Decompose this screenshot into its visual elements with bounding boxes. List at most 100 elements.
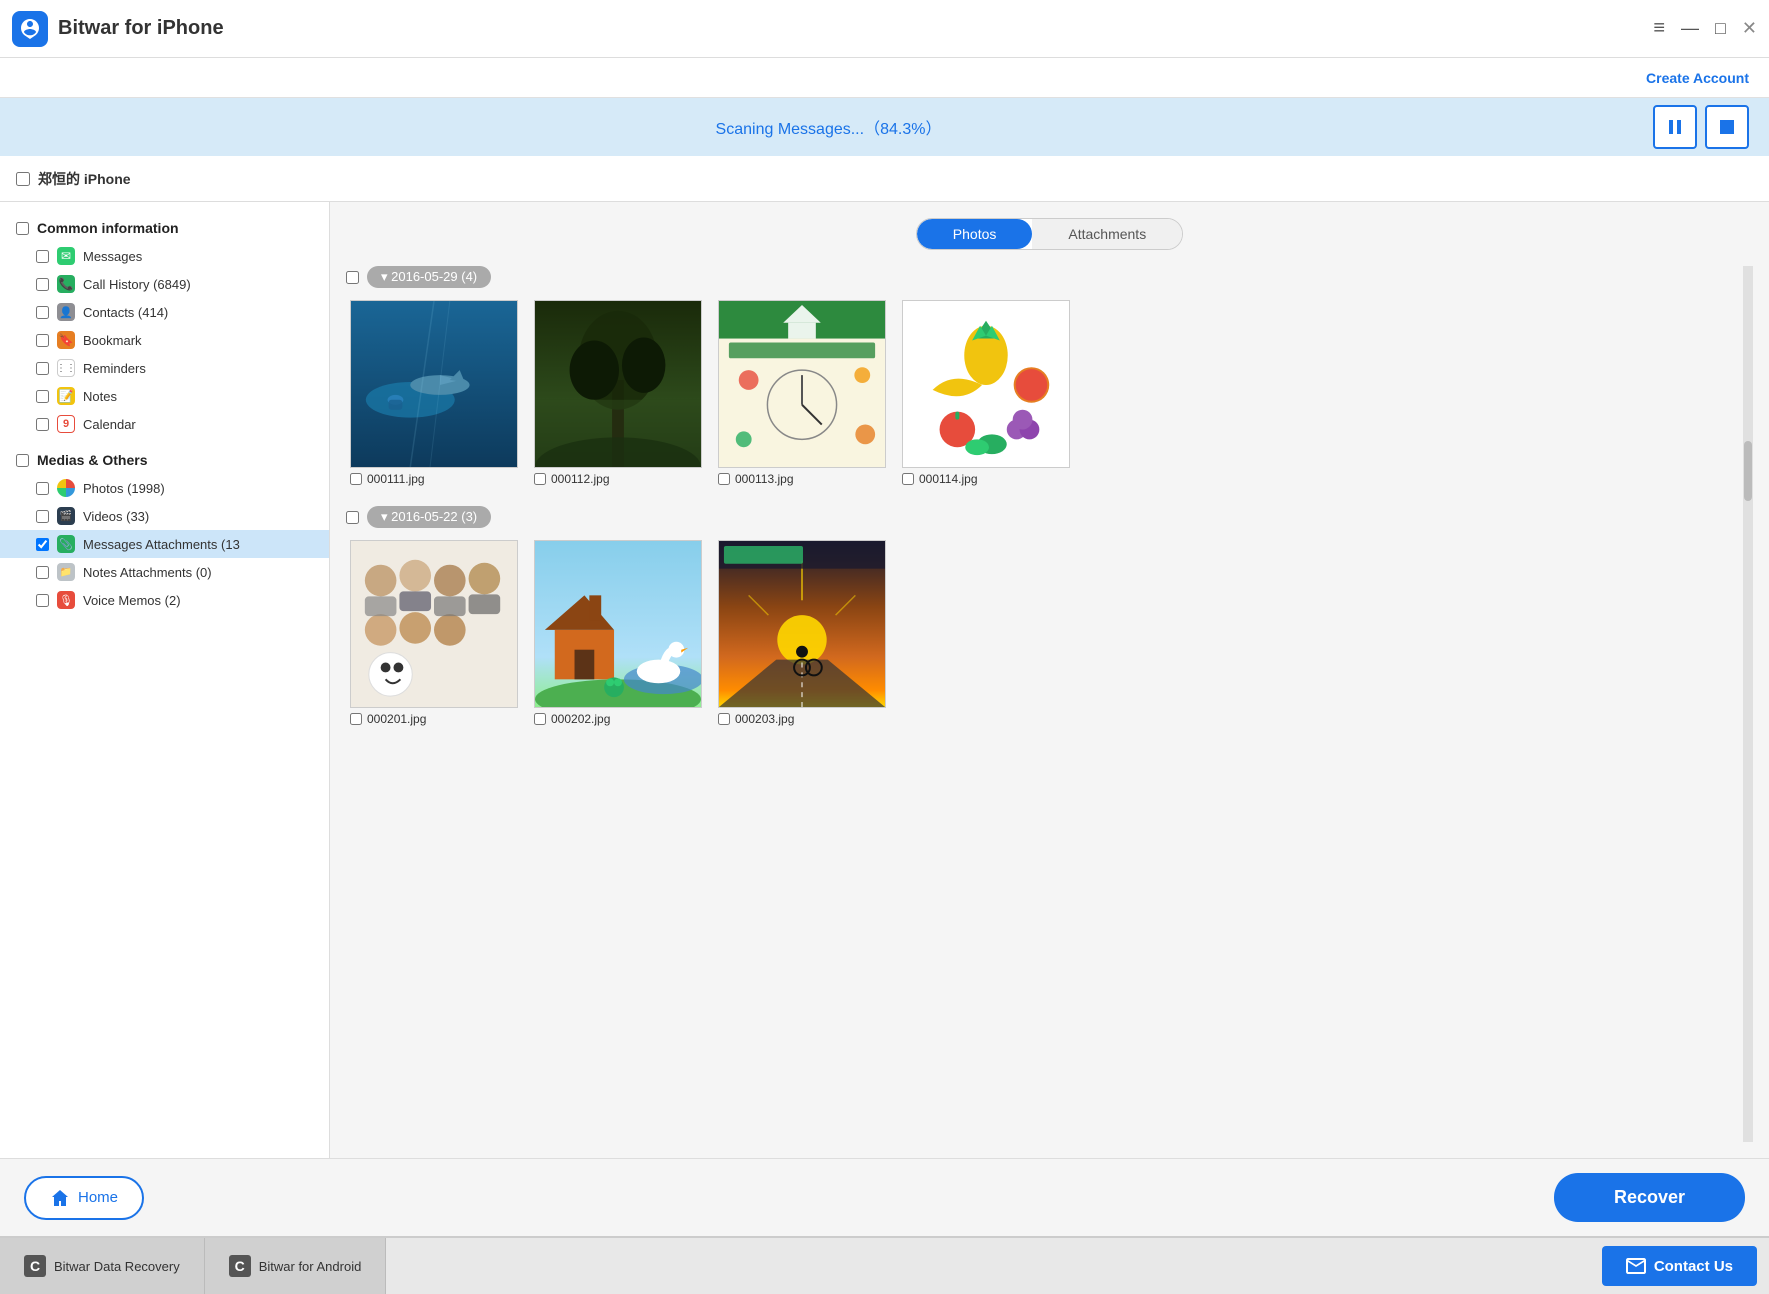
sidebar-item-bookmark[interactable]: 🔖 Bookmark — [0, 326, 329, 354]
sidebar-section-common: Common information — [0, 214, 329, 242]
tabs-row: Photos Attachments — [346, 218, 1753, 250]
pause-button[interactable] — [1653, 105, 1697, 149]
photo-4-checkbox[interactable] — [902, 473, 914, 485]
reminders-checkbox[interactable] — [36, 362, 49, 375]
photo-thumb-3 — [718, 300, 886, 468]
photo-grid-1: 000111.jpg — [346, 300, 1743, 486]
videos-checkbox[interactable] — [36, 510, 49, 523]
create-account-link[interactable]: Create Account — [1646, 70, 1749, 86]
calendar-checkbox[interactable] — [36, 418, 49, 431]
footer-tab-android-label: Bitwar for Android — [259, 1259, 362, 1274]
date-label-2: ▾ 2016-05-22 (3) — [367, 506, 491, 528]
date-group-1: ▾ 2016-05-29 (4) — [346, 266, 1743, 486]
call-history-label: Call History (6849) — [83, 277, 191, 292]
sidebar-item-calendar[interactable]: 9 Calendar — [0, 410, 329, 438]
maximize-icon[interactable]: □ — [1715, 18, 1726, 39]
close-icon[interactable]: ✕ — [1742, 18, 1757, 39]
photo-thumb-1 — [350, 300, 518, 468]
sidebar-item-photos[interactable]: Photos (1998) — [0, 474, 329, 502]
sidebar-item-messages-attachments[interactable]: 📎 Messages Attachments (13 — [0, 530, 329, 558]
stop-button[interactable] — [1705, 105, 1749, 149]
contacts-checkbox[interactable] — [36, 306, 49, 319]
photo-scroll[interactable]: ▾ 2016-05-29 (4) — [346, 266, 1743, 1142]
sidebar-item-videos[interactable]: 🎬 Videos (33) — [0, 502, 329, 530]
voice-memos-icon: 🎙 — [57, 591, 75, 609]
common-section-checkbox[interactable] — [16, 222, 29, 235]
messages-attachments-checkbox[interactable] — [36, 538, 49, 551]
device-bar: 郑恒的 iPhone — [0, 156, 1769, 202]
photo-label-6: 000202.jpg — [534, 712, 610, 726]
device-checkbox[interactable] — [16, 172, 30, 186]
sidebar-item-call-history[interactable]: 📞 Call History (6849) — [0, 270, 329, 298]
tab-photos[interactable]: Photos — [917, 219, 1033, 249]
photo-item-6: 000202.jpg — [534, 540, 702, 726]
bookmark-checkbox[interactable] — [36, 334, 49, 347]
footer-tab-android[interactable]: C Bitwar for Android — [205, 1238, 387, 1294]
call-history-icon: 📞 — [57, 275, 75, 293]
call-history-checkbox[interactable] — [36, 278, 49, 291]
photos-label: Photos (1998) — [83, 481, 165, 496]
content-area: Photos Attachments ▾ 2016-05-29 (4) — [330, 202, 1769, 1158]
footer-tab-data-recovery[interactable]: C Bitwar Data Recovery — [0, 1238, 205, 1294]
videos-icon: 🎬 — [57, 507, 75, 525]
header-bar: Create Account — [0, 58, 1769, 98]
scan-bar: Scaning Messages...（84.3%） — [0, 98, 1769, 156]
notes-label: Notes — [83, 389, 117, 404]
contacts-label: Contacts (414) — [83, 305, 168, 320]
bottom-bar: Home Recover — [0, 1158, 1769, 1236]
sidebar-item-notes[interactable]: 📝 Notes — [0, 382, 329, 410]
messages-checkbox[interactable] — [36, 250, 49, 263]
photo-grid-2: 000201.jpg — [346, 540, 1743, 726]
calendar-icon: 9 — [57, 415, 75, 433]
photo-thumb-7 — [718, 540, 886, 708]
photo-2-checkbox[interactable] — [534, 473, 546, 485]
photo-6-checkbox[interactable] — [534, 713, 546, 725]
minimize-icon[interactable]: — — [1681, 18, 1699, 39]
photo-label-2: 000112.jpg — [534, 472, 610, 486]
contact-us-button[interactable]: Contact Us — [1602, 1246, 1757, 1286]
notes-attachments-label: Notes Attachments (0) — [83, 565, 212, 580]
messages-icon: ✉ — [57, 247, 75, 265]
menu-icon[interactable]: ≡ — [1653, 17, 1665, 40]
photo-5-checkbox[interactable] — [350, 713, 362, 725]
videos-label: Videos (33) — [83, 509, 149, 524]
sidebar-item-voice-memos[interactable]: 🎙 Voice Memos (2) — [0, 586, 329, 614]
date-group-1-checkbox[interactable] — [346, 271, 359, 284]
photo-label-4: 000114.jpg — [902, 472, 978, 486]
notes-attachments-icon: 📁 — [57, 563, 75, 581]
scroll-thumb[interactable] — [1744, 441, 1752, 501]
photo-thumb-5 — [350, 540, 518, 708]
tab-attachments[interactable]: Attachments — [1032, 219, 1182, 249]
device-name: 郑恒的 iPhone — [38, 169, 131, 189]
calendar-label: Calendar — [83, 417, 136, 432]
notes-attachments-checkbox[interactable] — [36, 566, 49, 579]
photo-thumb-4 — [902, 300, 1070, 468]
photo-1-checkbox[interactable] — [350, 473, 362, 485]
photo-4-filename: 000114.jpg — [919, 472, 978, 486]
photo-7-checkbox[interactable] — [718, 713, 730, 725]
photo-5-filename: 000201.jpg — [367, 712, 426, 726]
medias-section-label: Medias & Others — [37, 452, 147, 468]
common-section-label: Common information — [37, 220, 179, 236]
sidebar-item-messages[interactable]: ✉ Messages — [0, 242, 329, 270]
title-bar: Bitwar for iPhone ≡ — □ ✕ — [0, 0, 1769, 58]
voice-memos-checkbox[interactable] — [36, 594, 49, 607]
sidebar-item-contacts[interactable]: 👤 Contacts (414) — [0, 298, 329, 326]
photo-item-7: 000203.jpg — [718, 540, 886, 726]
home-button[interactable]: Home — [24, 1176, 144, 1220]
medias-section-checkbox[interactable] — [16, 454, 29, 467]
sidebar-item-notes-attachments[interactable]: 📁 Notes Attachments (0) — [0, 558, 329, 586]
recover-button[interactable]: Recover — [1554, 1173, 1745, 1222]
photos-checkbox[interactable] — [36, 482, 49, 495]
photo-label-1: 000111.jpg — [350, 472, 425, 486]
photo-3-checkbox[interactable] — [718, 473, 730, 485]
date-group-2-checkbox[interactable] — [346, 511, 359, 524]
photo-1-filename: 000111.jpg — [367, 472, 425, 486]
sidebar-item-reminders[interactable]: ⋮⋮ Reminders — [0, 354, 329, 382]
photo-7-filename: 000203.jpg — [735, 712, 794, 726]
voice-memos-label: Voice Memos (2) — [83, 593, 181, 608]
window-controls: ≡ — □ ✕ — [1653, 17, 1757, 40]
notes-checkbox[interactable] — [36, 390, 49, 403]
reminders-label: Reminders — [83, 361, 146, 376]
contacts-icon: 👤 — [57, 303, 75, 321]
